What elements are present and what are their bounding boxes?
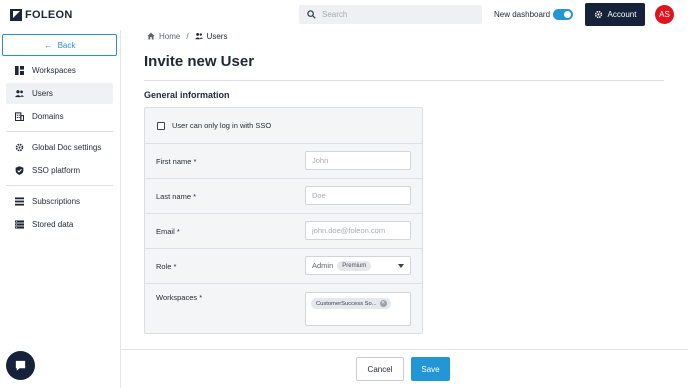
email-field[interactable]	[305, 221, 411, 240]
shield-icon	[15, 166, 24, 175]
sidebar-item-global-doc-settings[interactable]: Global Doc settings	[6, 137, 113, 158]
workspaces-multiselect[interactable]: CustomerSuccess So... ✕	[305, 292, 411, 326]
sidebar-item-workspaces[interactable]: Workspaces	[6, 60, 113, 81]
premium-badge: Premium	[337, 260, 372, 271]
sidebar-divider	[6, 185, 113, 186]
sidebar-item-label: Users	[32, 89, 53, 98]
foleon-logo-icon	[10, 9, 22, 21]
home-icon	[147, 32, 155, 40]
sidebar: ← Back Workspaces Users Domains Global D…	[0, 30, 121, 388]
remove-chip-icon[interactable]: ✕	[379, 300, 387, 307]
role-value: Admin	[312, 261, 334, 270]
workspace-chip: CustomerSuccess So... ✕	[311, 298, 391, 309]
sidebar-item-subscriptions[interactable]: Subscriptions	[6, 191, 113, 212]
account-button-label: Account	[607, 10, 637, 19]
account-button[interactable]: Account	[585, 3, 645, 26]
email-label: Email *	[156, 227, 180, 236]
sidebar-item-domains[interactable]: Domains	[6, 106, 113, 127]
sidebar-item-label: Domains	[32, 112, 64, 121]
chat-icon	[15, 360, 26, 371]
dashboard-icon	[15, 66, 24, 75]
new-dashboard-label: New dashboard	[494, 10, 551, 19]
breadcrumb-home[interactable]: Home	[159, 32, 180, 41]
gear-icon	[594, 10, 602, 19]
search-icon	[307, 10, 316, 19]
sidebar-item-label: SSO platform	[32, 166, 81, 175]
last-name-field[interactable]	[305, 186, 411, 205]
last-name-label: Last name *	[156, 192, 197, 201]
sidebar-item-label: Global Doc settings	[32, 143, 102, 152]
new-dashboard-toggle[interactable]	[553, 9, 573, 20]
back-button[interactable]: ← Back	[2, 34, 117, 56]
list-icon	[15, 197, 24, 206]
role-label: Role *	[156, 262, 177, 271]
sidebar-item-users[interactable]: Users	[6, 83, 113, 104]
search-bar[interactable]	[299, 5, 482, 24]
title-divider	[144, 80, 664, 81]
sidebar-item-label: Subscriptions	[32, 197, 81, 206]
workspaces-label: Workspaces *	[156, 293, 203, 302]
avatar[interactable]: AS	[655, 5, 674, 24]
last-name-row: Last name *	[145, 179, 422, 214]
first-name-label: First name *	[156, 157, 197, 166]
section-title: General information	[144, 90, 230, 100]
domain-icon	[15, 112, 24, 121]
breadcrumb-current: Users	[206, 31, 228, 41]
role-row: Role * Admin Premium	[145, 249, 422, 284]
support-chat-button[interactable]	[6, 351, 35, 380]
brand-name: FOLEON	[25, 9, 73, 21]
chevron-down-icon	[398, 264, 404, 268]
database-icon	[15, 220, 24, 229]
users-icon	[194, 32, 203, 40]
users-icon	[15, 90, 24, 98]
search-input[interactable]	[322, 10, 472, 19]
foleon-logo[interactable]: FOLEON	[10, 8, 73, 22]
top-bar: FOLEON New dashboard Account AS	[0, 0, 688, 30]
page-title: Invite new User	[144, 53, 255, 70]
cancel-button[interactable]: Cancel	[356, 357, 404, 381]
sso-only-checkbox[interactable]	[157, 122, 165, 130]
workspaces-row: Workspaces * CustomerSuccess So... ✕	[145, 284, 422, 334]
invite-user-form: User can only log in with SSO First name…	[144, 107, 423, 334]
back-button-label: Back	[57, 40, 76, 50]
gear-icon	[15, 143, 24, 152]
sso-row: User can only log in with SSO	[145, 108, 422, 144]
breadcrumb: Home / Users	[147, 30, 227, 42]
sidebar-item-label: Workspaces	[32, 66, 76, 75]
sidebar-item-sso-platform[interactable]: SSO platform	[6, 160, 113, 181]
first-name-field[interactable]	[305, 151, 411, 170]
save-button[interactable]: Save	[411, 357, 450, 381]
breadcrumb-separator: /	[186, 31, 189, 41]
arrow-left-icon: ←	[43, 39, 53, 50]
footer-divider	[121, 349, 688, 350]
role-select[interactable]: Admin Premium	[305, 256, 411, 275]
sidebar-item-stored-data[interactable]: Stored data	[6, 214, 113, 235]
workspace-chip-label: CustomerSuccess So...	[316, 300, 377, 307]
sidebar-item-label: Stored data	[32, 220, 74, 229]
email-row: Email *	[145, 214, 422, 249]
first-name-row: First name *	[145, 144, 422, 179]
sso-only-label[interactable]: User can only log in with SSO	[172, 121, 271, 130]
sidebar-divider	[6, 131, 113, 132]
